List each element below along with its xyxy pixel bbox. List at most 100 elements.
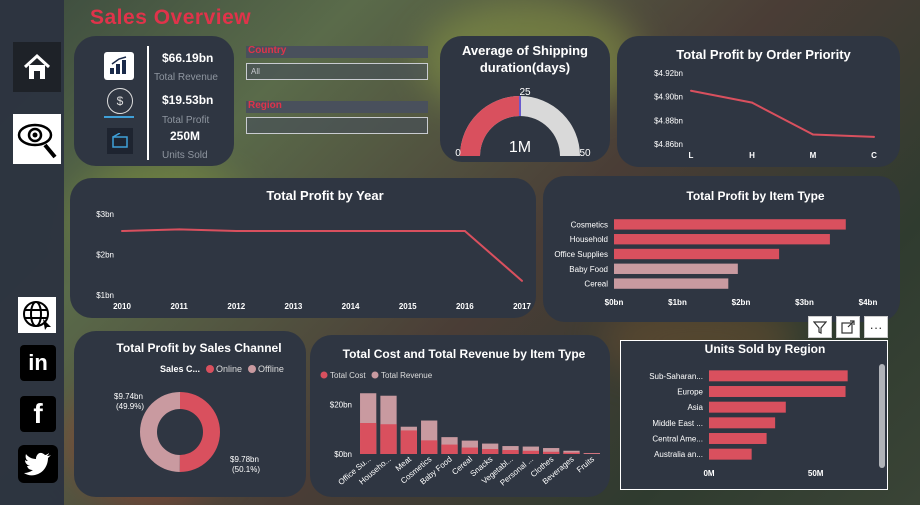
data-point — [463, 230, 466, 233]
page-title: Sales Overview — [90, 6, 252, 29]
bar — [709, 417, 776, 429]
category-label: Sub-Saharan... — [649, 372, 703, 381]
offline-value-label: $9.74bn — [114, 392, 143, 401]
data-point — [812, 133, 814, 136]
category-label: Cosmetics — [571, 220, 608, 229]
category-label: Baby Food — [569, 265, 608, 274]
region-filter-label: Region — [248, 100, 282, 111]
bar — [614, 263, 738, 274]
total-profit-label: Total Profit — [162, 115, 210, 126]
data-point — [690, 89, 692, 92]
y-tick-label: $4.90bn — [654, 93, 683, 102]
x-tick-label: M — [810, 151, 817, 160]
bar — [709, 386, 846, 397]
x-tick-label: 2012 — [227, 302, 245, 311]
bar-total-cost — [563, 452, 580, 454]
gauge-max: 50 — [579, 148, 591, 159]
x-tick-label: 2015 — [399, 302, 417, 311]
x-tick-label: 50M — [808, 469, 824, 478]
x-tick-label: $1bn — [668, 298, 687, 307]
y-tick-label: $3bn — [96, 210, 114, 219]
legend-online-swatch — [206, 365, 214, 373]
x-tick-label: 2017 — [513, 302, 531, 311]
item-type-chart-title: Total Profit by Item Type — [686, 189, 825, 203]
channel-donut-chart: Sales C... Online Offline $9.74bn (49.9%… — [114, 364, 284, 474]
category-label: Australia an... — [654, 450, 703, 459]
x-tick-label: $0bn — [605, 298, 624, 307]
gauge-title-line2: duration(days) — [479, 60, 571, 75]
bar-total-cost — [502, 450, 519, 454]
bar — [614, 278, 729, 289]
x-tick-label: H — [749, 151, 755, 160]
bar-total-cost — [461, 447, 478, 454]
bar — [614, 219, 846, 230]
legend-offline-swatch — [248, 365, 256, 373]
data-point — [292, 230, 295, 233]
x-tick-label: L — [689, 151, 694, 160]
legend-online-label: Online — [216, 364, 242, 374]
data-point — [751, 101, 753, 104]
gauge-title-line1: Average of Shipping — [462, 43, 588, 58]
x-tick-label: $2bn — [732, 298, 751, 307]
data-point — [121, 230, 123, 233]
search-eye-icon[interactable] — [13, 114, 61, 164]
home-icon[interactable] — [13, 42, 61, 92]
total-profit-value: $19.53bn — [162, 93, 214, 107]
bar — [709, 401, 786, 413]
x-tick-label: 2013 — [285, 302, 303, 311]
bar-total-cost — [380, 424, 397, 454]
bar — [709, 370, 848, 382]
region-filter-dropdown[interactable] — [246, 117, 428, 134]
data-point — [349, 230, 352, 233]
offline-pct-label: (49.9%) — [116, 402, 144, 411]
country-filter-dropdown[interactable]: All — [246, 63, 428, 80]
data-point — [178, 228, 181, 231]
series-line — [121, 228, 523, 282]
online-pct-label: (50.1%) — [232, 465, 260, 474]
donut-slice-online — [179, 392, 221, 472]
bar-total-cost — [421, 440, 438, 454]
twitter-icon[interactable] — [18, 445, 58, 483]
category-label: Europe — [677, 388, 703, 397]
cost-revenue-chart-title: Total Cost and Total Revenue by Item Typ… — [342, 347, 586, 361]
globe-icon[interactable] — [18, 297, 56, 333]
x-tick-label: 2014 — [342, 302, 360, 311]
priority-line-chart: $4.92bn $4.90bn $4.88bn $4.86bn L H M C — [654, 69, 877, 160]
more-options-button[interactable]: ··· — [864, 316, 888, 338]
units-sold-value: 250M — [170, 129, 201, 143]
filter-icon[interactable] — [808, 316, 832, 338]
y-tick-label: $1bn — [96, 291, 114, 300]
x-tick-label: 2011 — [170, 302, 188, 311]
bar-total-cost — [400, 430, 417, 454]
cost-revenue-stacked-bar-chart: Total Cost Total Revenue $20bn$0bnOffice… — [320, 371, 600, 488]
units-icon — [107, 128, 133, 154]
facebook-icon[interactable]: f — [20, 396, 56, 432]
shipping-gauge: 1M 0 50 25 — [455, 87, 591, 159]
online-value-label: $9.78bn — [230, 455, 259, 464]
profit-icon: $ — [107, 88, 133, 114]
linkedin-icon[interactable]: in — [20, 345, 56, 381]
x-tick-label: C — [871, 151, 877, 160]
data-point — [521, 279, 523, 282]
item-type-bar-chart: Cosmetics Household Office Supplies Baby Fo… — [554, 219, 878, 307]
bar — [614, 248, 780, 260]
y-tick-label: $4.86bn — [654, 140, 683, 149]
legend-total-revenue-swatch — [371, 371, 379, 379]
x-tick-label: $3bn — [795, 298, 814, 307]
x-tick-label: Fruits — [575, 455, 596, 475]
legend-total-cost-label: Total Cost — [330, 371, 366, 380]
bar — [709, 433, 767, 444]
country-filter-label: Country — [248, 45, 287, 56]
bar-total-cost — [482, 449, 499, 454]
kpi-divider — [147, 46, 149, 160]
data-point — [235, 230, 238, 233]
data-point — [406, 230, 409, 233]
channel-chart-title: Total Profit by Sales Channel — [116, 341, 282, 355]
bar-total-cost — [522, 450, 539, 454]
x-tick-label: 2016 — [456, 302, 474, 311]
x-tick-label: 0M — [703, 469, 714, 478]
focus-mode-icon[interactable] — [836, 316, 860, 338]
y-tick-label: $4.92bn — [654, 69, 683, 78]
total-revenue-value: $66.19bn — [162, 51, 214, 65]
x-tick-label: $4bn — [859, 298, 878, 307]
